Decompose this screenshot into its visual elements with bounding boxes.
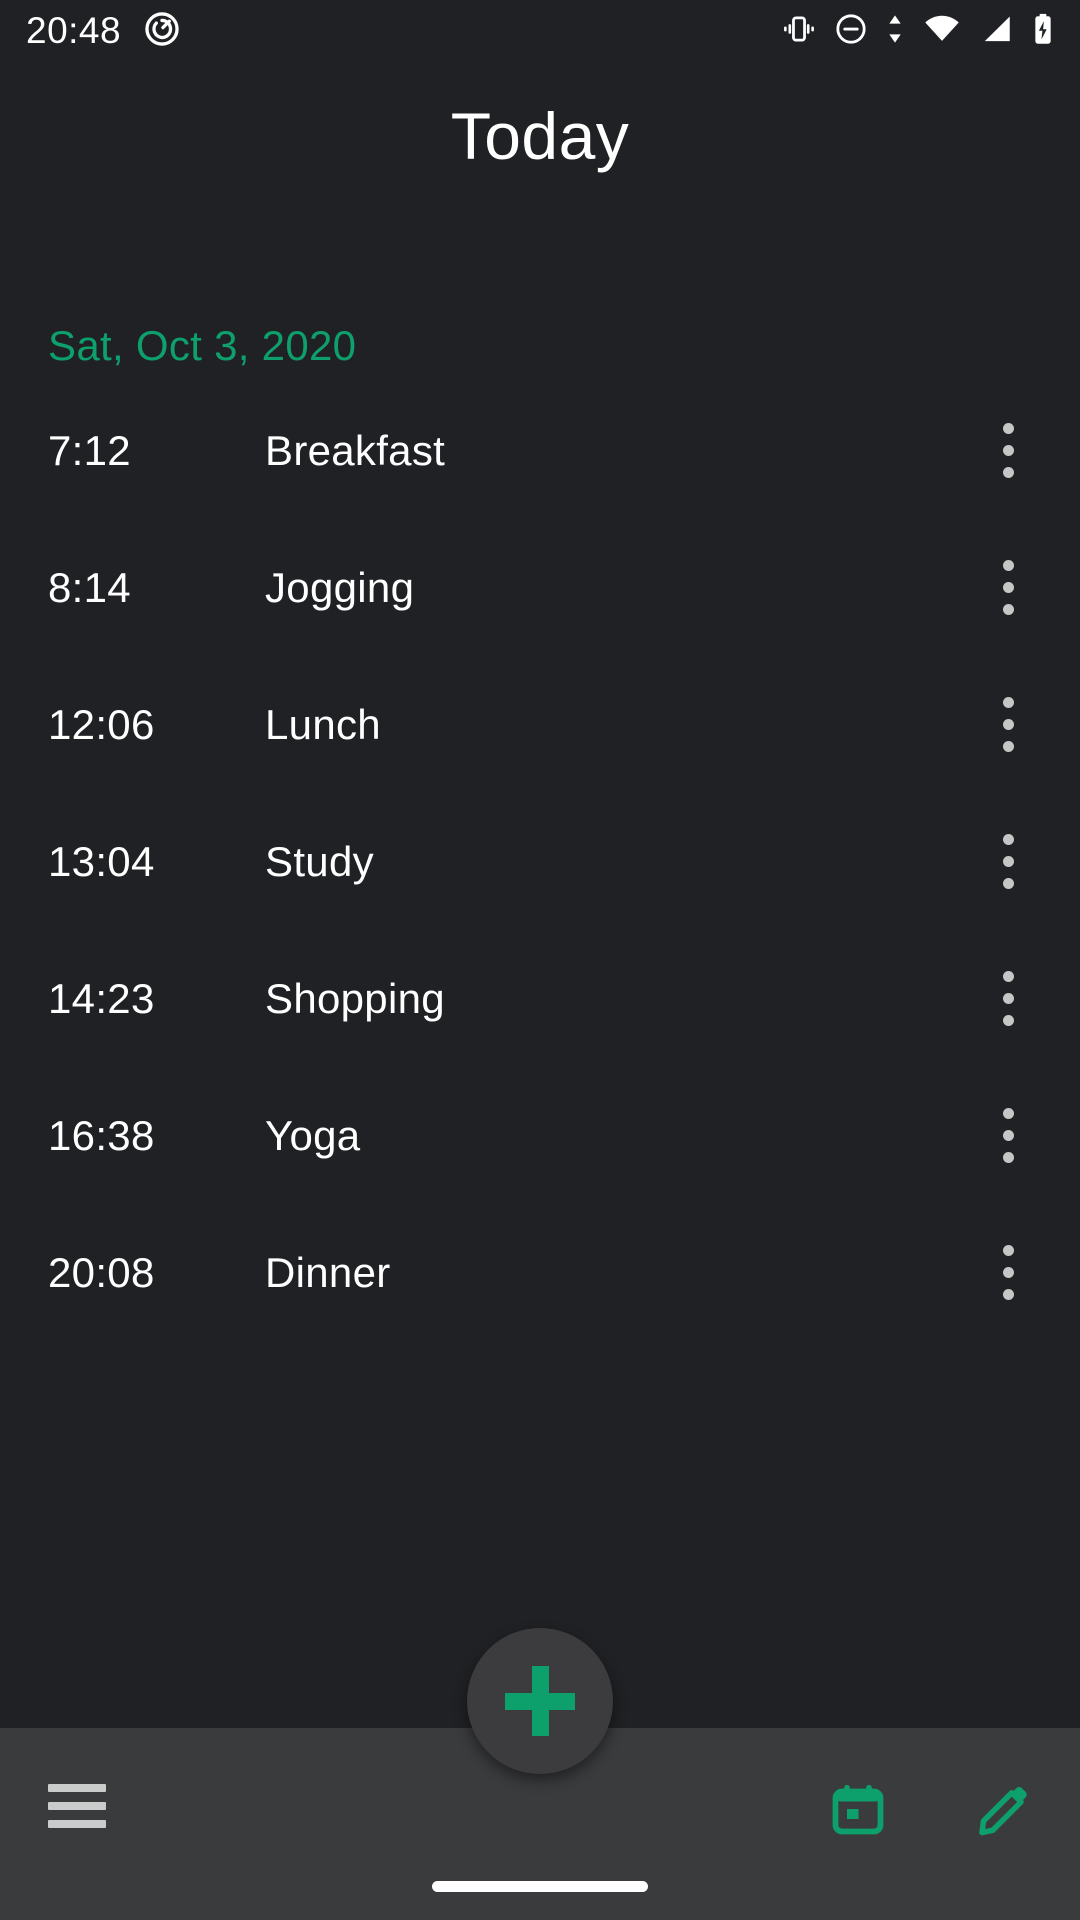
app-notification-icon	[143, 10, 181, 53]
vibrate-icon	[781, 12, 817, 51]
entry-time: 8:14	[48, 563, 131, 611]
overflow-menu-icon[interactable]	[983, 1100, 1033, 1172]
do-not-disturb-icon	[834, 12, 868, 51]
entry-title: Yoga	[265, 1111, 361, 1159]
data-transfer-icon	[885, 12, 905, 51]
overflow-menu-icon[interactable]	[983, 552, 1033, 624]
entry-time: 20:08	[48, 1248, 155, 1296]
cellular-signal-icon	[979, 12, 1015, 51]
status-bar-left: 20:48	[26, 10, 181, 53]
battery-charging-icon	[1032, 12, 1054, 51]
calendar-icon[interactable]	[828, 1780, 888, 1845]
overflow-menu-icon[interactable]	[983, 826, 1033, 898]
status-bar-clock: 20:48	[26, 10, 122, 51]
list-item[interactable]: 13:04 Study	[0, 793, 1080, 930]
status-bar: 20:48	[0, 0, 1080, 62]
overflow-menu-icon[interactable]	[983, 415, 1033, 487]
entry-title: Lunch	[265, 700, 381, 748]
pencil-edit-icon[interactable]	[973, 1780, 1033, 1845]
status-bar-right	[781, 12, 1054, 51]
list-item[interactable]: 7:12 Breakfast	[0, 382, 1080, 519]
entry-time: 12:06	[48, 700, 155, 748]
entry-time: 14:23	[48, 974, 155, 1022]
overflow-menu-icon[interactable]	[983, 963, 1033, 1035]
entry-title: Dinner	[265, 1248, 391, 1296]
list-item[interactable]: 16:38 Yoga	[0, 1067, 1080, 1204]
entry-time: 16:38	[48, 1111, 155, 1159]
list-item[interactable]: 20:08 Dinner	[0, 1204, 1080, 1341]
add-entry-fab[interactable]	[467, 1628, 613, 1774]
list-item[interactable]: 14:23 Shopping	[0, 930, 1080, 1067]
date-section-header: Sat, Oct 3, 2020	[48, 322, 357, 369]
hamburger-menu-icon[interactable]	[48, 1784, 106, 1828]
entry-time: 13:04	[48, 837, 155, 885]
list-item[interactable]: 12:06 Lunch	[0, 656, 1080, 793]
entry-list: 7:12 Breakfast 8:14 Jogging 12:06 Lunch …	[0, 382, 1080, 1341]
entry-title: Shopping	[265, 974, 445, 1022]
overflow-menu-icon[interactable]	[983, 689, 1033, 761]
wifi-icon	[922, 12, 962, 51]
app-root: 20:48 Today Sat, Oct 3, 2020 7:12 Breakf…	[0, 0, 1080, 1920]
page-title: Today	[450, 99, 630, 173]
entry-title: Breakfast	[265, 426, 446, 474]
entry-title: Jogging	[265, 563, 415, 611]
entry-time: 7:12	[48, 426, 131, 474]
home-gesture-pill[interactable]	[432, 1881, 648, 1892]
entry-title: Study	[265, 837, 374, 885]
list-item[interactable]: 8:14 Jogging	[0, 519, 1080, 656]
overflow-menu-icon[interactable]	[983, 1237, 1033, 1309]
